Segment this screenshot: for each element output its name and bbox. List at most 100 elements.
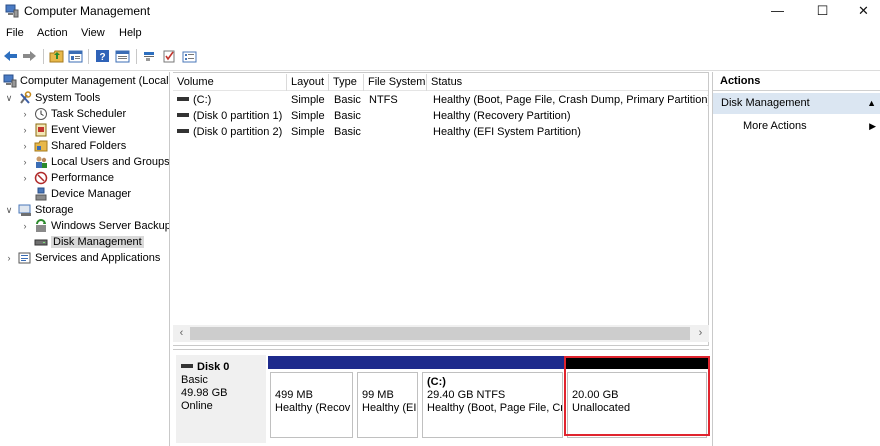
unallocated-highlight-box — [564, 356, 710, 436]
backup-icon — [34, 219, 48, 233]
more-actions-item[interactable]: More Actions ▶ — [713, 116, 880, 136]
maximize-button[interactable]: ☐ — [804, 0, 841, 23]
menu-bar: File Action View Help — [0, 25, 880, 43]
partition-recovery[interactable]: 499 MB Healthy (Recov — [268, 356, 355, 438]
partition-band — [420, 356, 565, 369]
list-header: Volume Layout Type File System Status — [173, 74, 708, 91]
properties-icon[interactable] — [181, 48, 198, 64]
volume-icon — [177, 97, 189, 102]
column-header-status[interactable]: Status — [427, 74, 708, 91]
tree-item-storage[interactable]: ∨ Storage — [4, 202, 74, 218]
up-folder-icon[interactable] — [48, 48, 65, 64]
actions-section-label: Disk Management — [721, 97, 810, 109]
partition-size: 99 MB — [362, 389, 394, 401]
chevron-down-icon[interactable]: ∨ — [4, 93, 14, 104]
tree-label: Computer Management (Local — [20, 75, 169, 87]
column-header-file-system[interactable]: File System — [364, 74, 427, 91]
actions-section-disk-management[interactable]: Disk Management ▲ — [713, 93, 880, 114]
partition-c[interactable]: (C:) 29.40 GB NTFS Healthy (Boot, Page F… — [420, 356, 565, 438]
tree-label: Performance — [51, 172, 114, 184]
cell-file-system — [365, 124, 369, 140]
tree-item-local-users[interactable]: › Local Users and Groups — [20, 154, 170, 170]
tree-item-system-tools[interactable]: ∨ System Tools — [4, 90, 100, 106]
tree-label: Device Manager — [51, 188, 132, 200]
submenu-arrow-icon: ▶ — [869, 121, 876, 131]
cell-volume: (Disk 0 partition 2) — [173, 124, 282, 140]
cell-status: Healthy (EFI System Partition) — [433, 126, 581, 138]
forward-arrow-icon[interactable] — [21, 48, 38, 64]
tree-item-computer-management[interactable]: Computer Management (Local — [3, 73, 169, 89]
connect-icon[interactable] — [141, 48, 158, 64]
shared-folder-icon — [34, 139, 48, 153]
horizontal-scrollbar[interactable]: ‹ › — [173, 325, 709, 342]
tree-item-device-manager[interactable]: Device Manager — [20, 186, 131, 202]
cell-volume: (Disk 0 partition 1) — [173, 108, 282, 124]
chevron-right-icon[interactable]: › — [20, 221, 30, 231]
table-row[interactable]: (Disk 0 partition 1) Simple Basic Health… — [173, 108, 708, 124]
tree-label: Local Users and Groups — [51, 156, 170, 168]
show-hide-tree-icon[interactable] — [67, 48, 84, 64]
scrollbar-thumb[interactable] — [190, 327, 690, 340]
partition-status: Healthy (EI — [362, 402, 417, 414]
tree-item-event-viewer[interactable]: › Event Viewer — [20, 122, 116, 138]
table-row[interactable]: (C:) Simple Basic NTFS Healthy (Boot, Pa… — [173, 92, 708, 108]
back-arrow-icon[interactable] — [2, 48, 19, 64]
actions-pane: Actions Disk Management ▲ More Actions ▶ — [712, 72, 880, 446]
volume-icon — [177, 113, 189, 118]
menu-action[interactable]: Action — [37, 27, 68, 39]
disk-info[interactable]: Disk 0 Basic 49.98 GB Online — [176, 355, 266, 443]
device-manager-icon — [34, 187, 48, 201]
check-icon[interactable] — [161, 48, 178, 64]
partition-efi[interactable]: 99 MB Healthy (EI — [355, 356, 420, 438]
partition-size: 29.40 GB NTFS — [427, 389, 506, 401]
partition-title: (C:) — [427, 376, 446, 388]
chevron-down-icon[interactable]: ∨ — [4, 205, 14, 216]
chevron-right-icon[interactable]: › — [20, 109, 30, 119]
tree-item-task-scheduler[interactable]: › Task Scheduler — [20, 106, 126, 122]
cell-status: Healthy (Recovery Partition) — [433, 110, 571, 122]
partition-band — [268, 356, 355, 369]
scroll-left-icon[interactable]: ‹ — [173, 325, 190, 342]
tree-item-performance[interactable]: › Performance — [20, 170, 114, 186]
menu-file[interactable]: File — [6, 27, 24, 39]
disk-type: Basic — [181, 374, 208, 386]
tree-label: Disk Management — [51, 236, 144, 248]
more-actions-label: More Actions — [743, 120, 807, 132]
column-header-type[interactable]: Type — [329, 74, 364, 91]
cell-layout: Simple — [291, 110, 325, 122]
chevron-right-icon[interactable]: › — [4, 253, 14, 263]
tree-label: System Tools — [35, 92, 101, 104]
partition-status: Healthy (Recov — [275, 402, 351, 414]
disk-management-icon — [34, 235, 48, 249]
minimize-button[interactable]: — — [759, 0, 796, 23]
menu-help[interactable]: Help — [119, 27, 142, 39]
column-header-layout[interactable]: Layout — [287, 74, 329, 91]
console-icon[interactable] — [114, 48, 131, 64]
table-row[interactable]: (Disk 0 partition 2) Simple Basic Health… — [173, 124, 708, 140]
tree-label: Storage — [35, 204, 74, 216]
tree-item-windows-server-backup[interactable]: › Windows Server Backup — [20, 218, 169, 234]
chevron-right-icon[interactable]: › — [20, 141, 30, 151]
disk-name: Disk 0 — [197, 361, 230, 373]
partition-size: 499 MB — [275, 389, 313, 401]
storage-icon — [18, 203, 32, 217]
cell-type: Basic — [334, 110, 361, 122]
collapse-up-icon[interactable]: ▲ — [867, 93, 876, 114]
services-icon — [18, 251, 32, 265]
tree-item-services-apps[interactable]: › Services and Applications — [4, 250, 161, 266]
column-header-volume[interactable]: Volume — [173, 74, 287, 91]
cell-layout: Simple — [291, 126, 325, 138]
chevron-right-icon[interactable]: › — [20, 157, 30, 167]
help-icon[interactable]: ? — [94, 48, 111, 64]
menu-view[interactable]: View — [81, 27, 105, 39]
tools-icon — [18, 91, 32, 105]
cell-volume: (C:) — [173, 92, 211, 108]
chevron-right-icon[interactable]: › — [20, 173, 30, 183]
chevron-right-icon[interactable]: › — [20, 125, 30, 135]
scroll-right-icon[interactable]: › — [692, 325, 709, 342]
tree-item-shared-folders[interactable]: › Shared Folders — [20, 138, 127, 154]
disk-graphical-view: Disk 0 Basic 49.98 GB Online 499 MB Heal… — [173, 349, 710, 446]
disk-state: Online — [181, 400, 213, 412]
tree-item-disk-management[interactable]: Disk Management — [20, 234, 144, 250]
close-button[interactable]: ✕ — [845, 0, 880, 23]
